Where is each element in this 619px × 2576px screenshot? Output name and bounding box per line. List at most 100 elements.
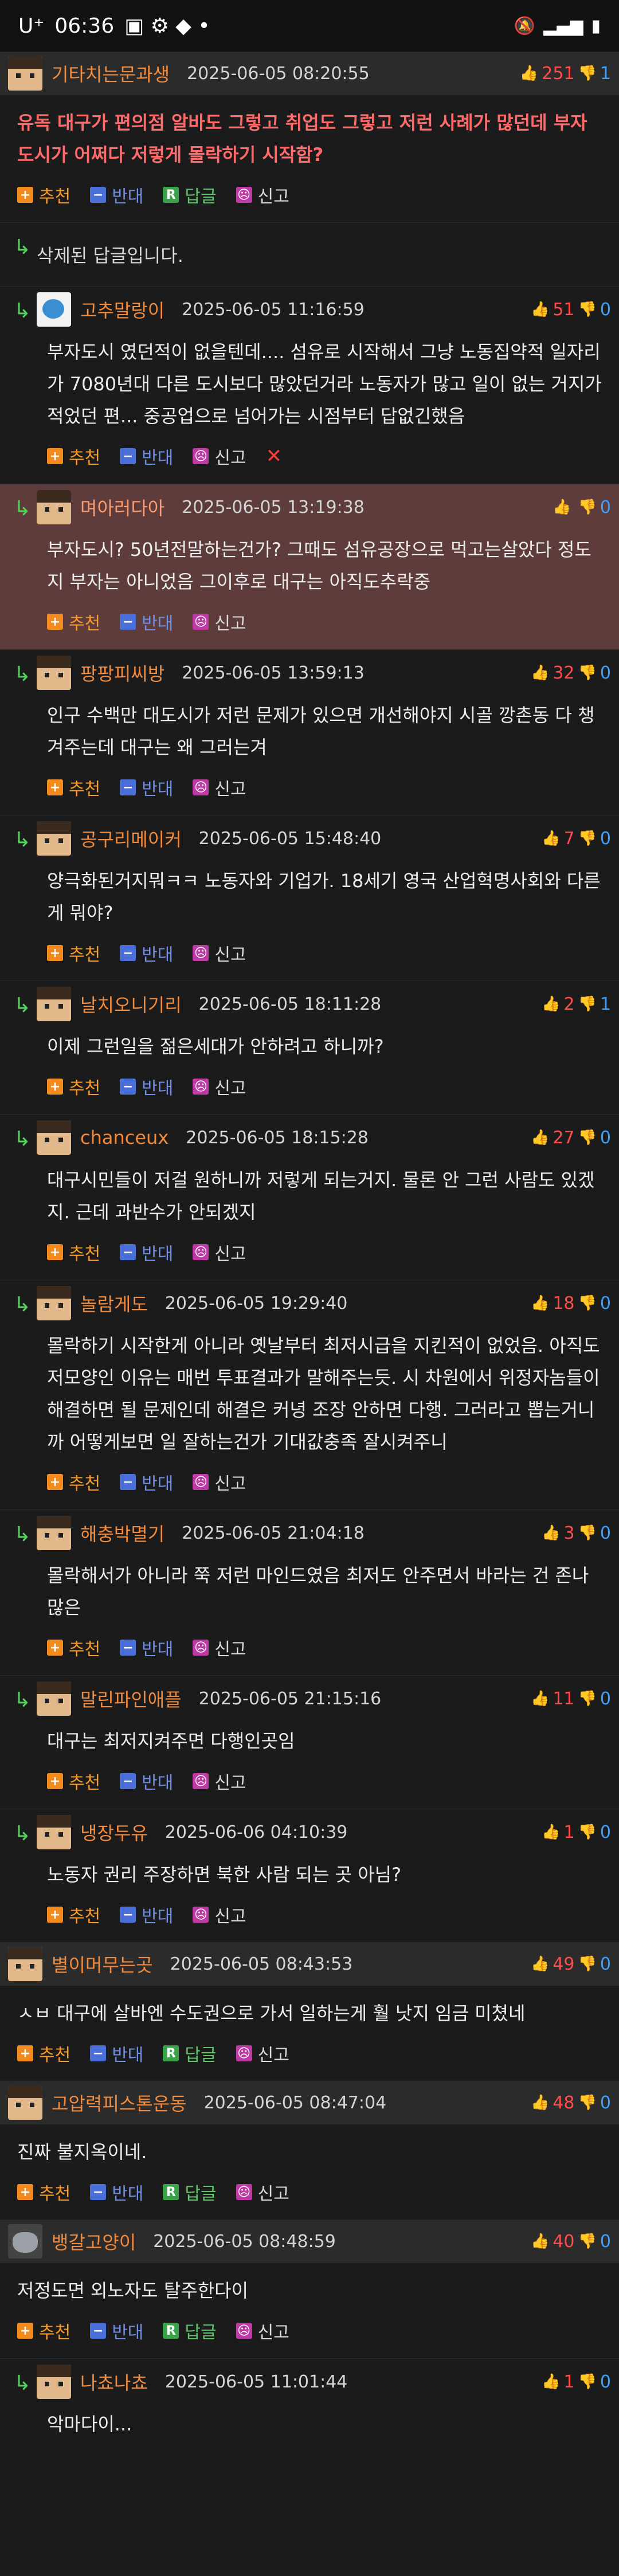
- recommend-button[interactable]: + 추천: [47, 609, 100, 634]
- avatar[interactable]: [8, 2224, 42, 2259]
- reply-label: 답글: [185, 187, 217, 207]
- username[interactable]: 해충박멸기: [80, 1520, 164, 1546]
- username[interactable]: 냉장두유: [80, 1819, 148, 1845]
- avatar[interactable]: [37, 1120, 71, 1155]
- report-button[interactable]: ☹ 신고: [193, 1769, 246, 1794]
- reply-button[interactable]: R 답글: [163, 2179, 217, 2205]
- comment: 고압력피스톤운동 2025-06-05 08:47:04 👍 48 👎 0 진짜 불지옥이네…: [0, 2081, 619, 2220]
- recommend-button[interactable]: + 추천: [47, 1469, 100, 1495]
- report-icon: ☹: [236, 2184, 252, 2200]
- avatar[interactable]: [37, 292, 71, 327]
- avatar[interactable]: [37, 656, 71, 690]
- oppose-button[interactable]: − 반대: [90, 2318, 143, 2343]
- recommend-button[interactable]: + 추천: [47, 1902, 100, 1927]
- username[interactable]: 고추말랑이: [80, 296, 164, 323]
- report-button[interactable]: ☹ 신고: [193, 1074, 246, 1099]
- upvote-count: 40: [553, 2231, 575, 2252]
- oppose-button[interactable]: − 반대: [120, 940, 173, 966]
- avatar[interactable]: [37, 1681, 71, 1716]
- reply-button[interactable]: R 답글: [163, 2041, 217, 2066]
- username[interactable]: 날치오니기리: [80, 991, 182, 1017]
- avatar[interactable]: [37, 490, 71, 524]
- report-button[interactable]: ☹ 신고: [193, 444, 246, 469]
- report-button[interactable]: ☹ 신고: [193, 1240, 246, 1265]
- avatar[interactable]: [37, 1286, 71, 1320]
- username[interactable]: 며아러다아: [80, 494, 164, 520]
- username[interactable]: chanceux: [80, 1127, 169, 1148]
- comment-header: 뱅갈고양이 2025-06-05 08:48:59 👍 40 👎 0: [0, 2220, 619, 2263]
- oppose-button[interactable]: − 반대: [120, 775, 173, 800]
- username[interactable]: 놀람게도: [80, 1290, 148, 1316]
- comment-text: 유독 대구가 편의점 알바도 그렇고 취업도 그렇고 저런 사례가 많던데 부자…: [17, 112, 587, 166]
- plus-icon: +: [17, 2184, 33, 2200]
- recommend-button[interactable]: + 추천: [17, 2041, 70, 2066]
- minus-icon: −: [120, 1079, 136, 1095]
- oppose-button[interactable]: − 반대: [90, 2041, 143, 2066]
- username[interactable]: 기타치는문과생: [52, 60, 170, 87]
- avatar[interactable]: [37, 2365, 71, 2399]
- avatar[interactable]: [37, 1516, 71, 1550]
- report-button[interactable]: ☹ 신고: [193, 775, 246, 800]
- reply-text: 부자도시? 50년전말하는건가? 그때도 섬유공장으로 먹고는살았다 정도지 부…: [47, 539, 591, 593]
- recommend-button[interactable]: + 추천: [47, 775, 100, 800]
- username[interactable]: 뱅갈고양이: [52, 2228, 136, 2255]
- reply-arrow-icon: ↳: [14, 1293, 32, 1316]
- oppose-button[interactable]: − 반대: [120, 1902, 173, 1927]
- thumbs-down-icon: 👎: [578, 1690, 597, 1707]
- avatar[interactable]: [37, 987, 71, 1021]
- reply-icon: R: [163, 2323, 179, 2339]
- report-button[interactable]: ☹ 신고: [193, 1902, 246, 1927]
- username[interactable]: 말린파인애플: [80, 1685, 182, 1712]
- oppose-button[interactable]: − 반대: [120, 444, 173, 469]
- recommend-label: 추천: [39, 2323, 71, 2343]
- username[interactable]: 공구리메이커: [80, 825, 182, 852]
- recommend-button[interactable]: + 추천: [47, 1635, 100, 1660]
- report-button[interactable]: ☹ 신고: [236, 2318, 289, 2343]
- username[interactable]: 별이머무는곳: [52, 1951, 153, 1977]
- avatar[interactable]: [8, 1947, 42, 1981]
- downvote-count: 0: [600, 497, 611, 517]
- avatar[interactable]: [8, 56, 42, 91]
- oppose-button[interactable]: − 반대: [120, 1635, 173, 1660]
- timestamp: 2025-06-05 15:48:40: [198, 828, 382, 849]
- delete-icon[interactable]: ✕: [266, 445, 283, 468]
- report-button[interactable]: ☹ 신고: [193, 940, 246, 966]
- recommend-button[interactable]: + 추천: [47, 940, 100, 966]
- reply-button[interactable]: R 답글: [163, 2318, 217, 2343]
- report-button[interactable]: ☹ 신고: [236, 2041, 289, 2066]
- recommend-button[interactable]: + 추천: [47, 1240, 100, 1265]
- avatar[interactable]: [8, 2085, 42, 2120]
- recommend-button[interactable]: + 추천: [17, 182, 70, 207]
- reply-arrow-icon: ↳: [14, 497, 32, 520]
- report-label: 신고: [214, 1907, 246, 1927]
- username[interactable]: 고압력피스톤운동: [52, 2089, 187, 2116]
- recommend-label: 추천: [69, 448, 101, 468]
- oppose-button[interactable]: − 반대: [120, 1240, 173, 1265]
- report-button[interactable]: ☹ 신고: [193, 609, 246, 634]
- username[interactable]: 나쵸나쵸: [80, 2369, 148, 2395]
- report-button[interactable]: ☹ 신고: [236, 182, 289, 207]
- plus-icon: +: [47, 1640, 63, 1656]
- username[interactable]: 팡팡피씨방: [80, 660, 164, 686]
- recommend-button[interactable]: + 추천: [17, 2179, 70, 2205]
- avatar[interactable]: [37, 821, 71, 856]
- report-button[interactable]: ☹ 신고: [193, 1469, 246, 1495]
- oppose-button[interactable]: − 반대: [90, 2179, 143, 2205]
- report-button[interactable]: ☹ 신고: [236, 2179, 289, 2205]
- oppose-button[interactable]: − 반대: [120, 1469, 173, 1495]
- reply-content: 날치오니기리 2025-06-05 18:11:28 👍 2 👎 1 이제 그런일을 젊은세…: [37, 981, 619, 1114]
- recommend-button[interactable]: + 추천: [47, 444, 100, 469]
- timestamp: 2025-06-05 21:15:16: [198, 1688, 382, 1709]
- signal-icon: ▂▄▆: [543, 15, 583, 36]
- reply-text: 대구시민들이 저걸 원하니까 저렇게 되는거지. 물론 안 그런 사람도 있겠지…: [47, 1169, 595, 1223]
- recommend-button[interactable]: + 추천: [47, 1769, 100, 1794]
- report-button[interactable]: ☹ 신고: [193, 1635, 246, 1660]
- oppose-button[interactable]: − 반대: [120, 1074, 173, 1099]
- recommend-button[interactable]: + 추천: [47, 1074, 100, 1099]
- reply-button[interactable]: R 답글: [163, 182, 217, 207]
- recommend-button[interactable]: + 추천: [17, 2318, 70, 2343]
- avatar[interactable]: [37, 1815, 71, 1849]
- oppose-button[interactable]: − 반대: [120, 1769, 173, 1794]
- oppose-button[interactable]: − 반대: [90, 182, 143, 207]
- oppose-button[interactable]: − 반대: [120, 609, 173, 634]
